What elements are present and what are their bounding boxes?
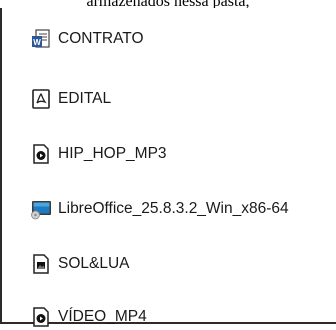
media-file-icon xyxy=(33,144,49,164)
file-name: SOL&LUA xyxy=(58,255,130,272)
file-name: CONTRATO xyxy=(58,30,144,47)
svg-text:W: W xyxy=(33,38,41,47)
file-name: HIP_HOP_MP3 xyxy=(58,145,167,162)
word-document-icon: W xyxy=(32,29,50,48)
pdf-document-icon xyxy=(32,89,50,109)
installer-package-icon xyxy=(31,201,51,220)
file-item-sol-lua[interactable]: SOL&LUA xyxy=(30,251,130,277)
file-item-edital[interactable]: EDITAL xyxy=(30,86,111,112)
file-name: VÍDEO_MP4 xyxy=(58,308,147,325)
file-item-video-mp4[interactable]: VÍDEO_MP4 xyxy=(30,304,147,330)
image-file-icon xyxy=(33,254,49,274)
file-item-hip-hop-mp3[interactable]: HIP_HOP_MP3 xyxy=(30,141,167,167)
media-file-icon xyxy=(33,307,49,327)
file-name: LibreOffice_25.8.3.2_Win_x86-64 xyxy=(58,200,289,217)
file-item-contrato[interactable]: W CONTRATO xyxy=(30,26,144,52)
file-item-libreoffice-installer[interactable]: LibreOffice_25.8.3.2_Win_x86-64 xyxy=(30,196,289,222)
file-explorer-panel: W CONTRATO EDITAL HIP_HOP_MP3 LibreOffic… xyxy=(0,8,336,327)
file-name: EDITAL xyxy=(58,90,112,107)
